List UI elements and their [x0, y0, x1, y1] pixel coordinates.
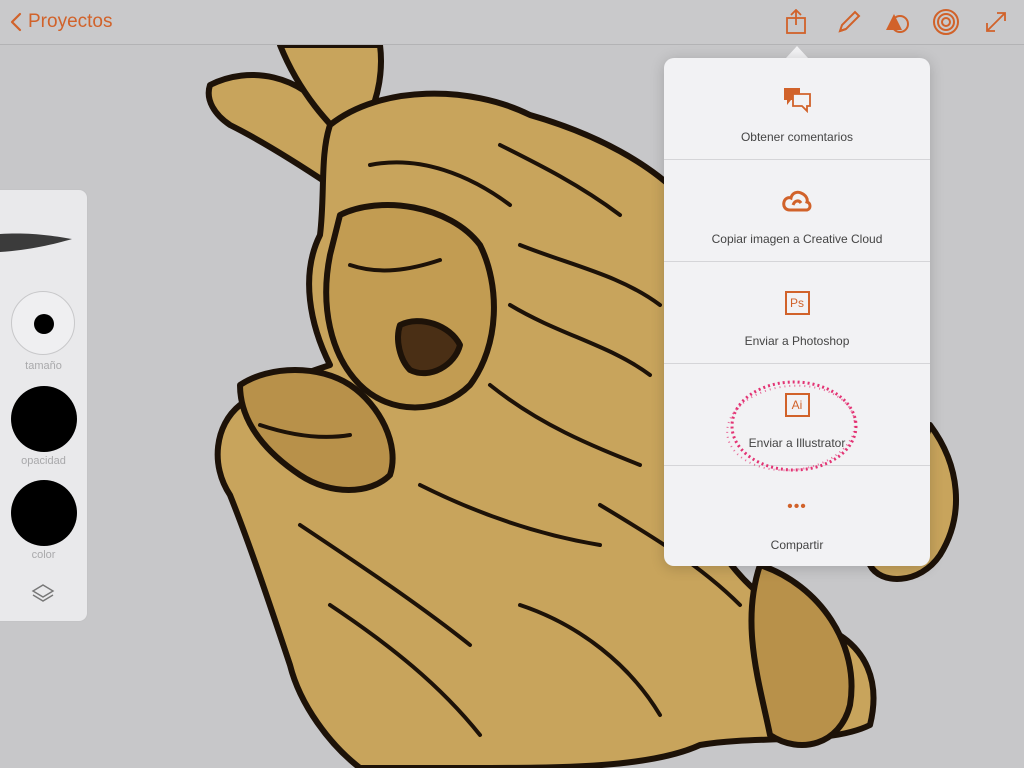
size-control[interactable] — [11, 291, 75, 355]
copy-to-creative-cloud-label: Copiar imagen a Creative Cloud — [711, 232, 883, 246]
share-popover: Obtener comentarios Copiar imagen a Crea… — [664, 58, 930, 566]
opacity-control[interactable] — [11, 386, 77, 452]
chevron-left-icon — [10, 12, 22, 32]
back-button[interactable]: Proyectos — [10, 8, 112, 36]
pencil-icon — [838, 10, 861, 33]
send-to-photoshop-label: Enviar a Photoshop — [744, 334, 850, 348]
radial-icon — [933, 9, 959, 35]
share-more-label: Compartir — [770, 538, 824, 552]
shapes-icon — [886, 14, 909, 33]
send-to-illustrator-label: Enviar a Illustrator — [748, 436, 846, 450]
more-icon: ••• — [787, 498, 807, 515]
size-dot — [34, 314, 54, 334]
color-control[interactable] — [11, 480, 77, 546]
get-feedback-item[interactable]: Obtener comentarios — [664, 58, 930, 159]
get-feedback-label: Obtener comentarios — [740, 130, 854, 144]
expand-icon — [986, 12, 1006, 32]
brush-preview[interactable] — [0, 226, 74, 258]
send-to-photoshop-item[interactable]: Ps Enviar a Photoshop — [664, 262, 930, 363]
share-button[interactable] — [779, 6, 813, 38]
creative-cloud-icon — [782, 190, 812, 212]
expand-button[interactable] — [979, 6, 1013, 38]
opacity-label: opacidad — [21, 455, 66, 467]
top-toolbar: Proyectos — [0, 0, 1024, 45]
size-label: tamaño — [25, 360, 62, 372]
shapes-button[interactable] — [880, 6, 914, 38]
popover-caret — [786, 46, 808, 58]
layers-button[interactable] — [30, 582, 56, 606]
illustrator-icon: Ai — [784, 393, 810, 417]
comments-icon — [784, 88, 811, 113]
color-label: color — [31, 549, 56, 561]
copy-to-creative-cloud-item[interactable]: Copiar imagen a Creative Cloud — [664, 160, 930, 261]
share-more-item[interactable]: ••• Compartir — [664, 466, 930, 567]
share-icon — [786, 9, 806, 34]
layers-icon — [31, 584, 55, 602]
photoshop-icon: Ps — [784, 291, 810, 315]
send-to-illustrator-item[interactable]: Ai Enviar a Illustrator — [664, 364, 930, 465]
draw-tool-button[interactable] — [832, 6, 866, 38]
brush-tool-panel: tamaño opacidad color — [0, 190, 87, 621]
back-label: Proyectos — [28, 11, 113, 32]
radial-menu-button[interactable] — [929, 6, 963, 38]
